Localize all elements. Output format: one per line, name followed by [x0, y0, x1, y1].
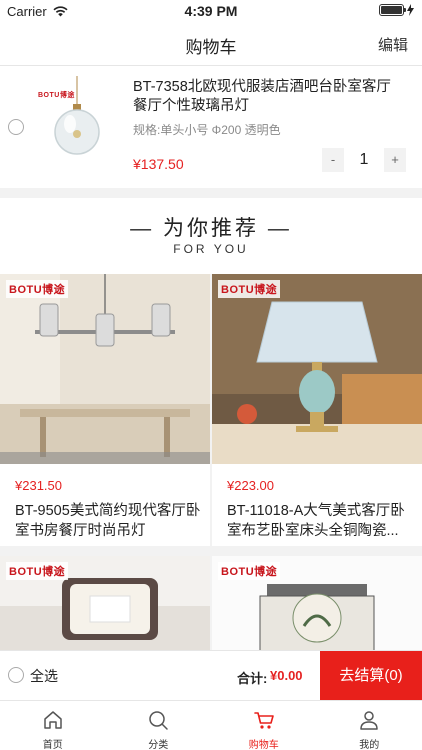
checkout-button[interactable]: 去结算(0)	[320, 651, 422, 701]
chandelier-room-image	[0, 274, 210, 464]
cart-icon	[253, 712, 274, 729]
tab-profile-label: 我的	[359, 740, 380, 750]
brand-logo: BOTU博途	[38, 92, 75, 99]
total-label: 合计:	[237, 671, 268, 686]
tab-cart-label: 购物车	[248, 740, 279, 750]
profile-icon	[360, 711, 378, 730]
product-card[interactable]: BOTU博途	[212, 556, 422, 650]
search-icon	[149, 711, 168, 730]
cart-item-select-radio[interactable]	[8, 119, 24, 135]
tab-home-label: 首页	[42, 740, 63, 750]
product-card[interactable]: BOTU博途 ¥223.00 BT-11018-A大气美式客厅卧室布艺卧室床头全…	[212, 274, 422, 546]
charging-icon	[407, 4, 414, 16]
home-icon	[44, 711, 62, 729]
status-time: 4:39 PM	[184, 3, 238, 19]
product-card[interactable]: BOTU博途	[0, 556, 210, 650]
total-value: ¥0.00	[270, 668, 303, 683]
product-price: ¥223.00	[227, 478, 274, 493]
edit-button[interactable]: 编辑	[378, 34, 408, 55]
quantity-stepper: - 1 +	[322, 148, 406, 172]
table-lamp-image	[212, 274, 422, 464]
status-right	[379, 4, 414, 16]
product-brand-logo: BOTU博途	[218, 280, 281, 298]
product-image[interactable]: BOTU博途	[0, 274, 210, 464]
recommend-subtitle: FOR YOU	[173, 242, 249, 256]
quantity-value[interactable]: 1	[344, 148, 384, 172]
product-name[interactable]: BT-11018-A大气美式客厅卧室布艺卧室床头全铜陶瓷...	[227, 501, 415, 541]
page-title: 购物车	[185, 38, 237, 57]
select-all-label[interactable]: 全选	[30, 666, 58, 686]
cart-item-name[interactable]: BT-7358北欧现代服装店酒吧台卧室客厅餐厅个性玻璃吊灯	[133, 78, 403, 116]
product-image[interactable]: BOTU博途	[0, 556, 210, 650]
tab-category-label: 分类	[148, 740, 169, 750]
checkout-bar: 全选 合计: ¥0.00 去结算(0)	[0, 650, 422, 701]
product-price: ¥231.50	[15, 478, 62, 493]
product-name[interactable]: BT-9505美式简约现代客厅卧室书房餐厅时尚吊灯	[15, 501, 203, 541]
cart-item-price: ¥137.50	[133, 156, 184, 172]
tab-profile[interactable]: 我的	[317, 701, 422, 750]
product-card[interactable]: BOTU博途 ¥231.50 BT-9505美式简约现代客厅卧室书房餐厅时尚吊灯	[0, 274, 210, 546]
nav-bar: 购物车 编辑	[0, 22, 422, 66]
cart-item-spec: 规格:单头小号 Φ200 透明色	[133, 123, 281, 137]
product-image[interactable]: BOTU博途	[212, 274, 422, 464]
product-brand-logo: BOTU博途	[218, 562, 281, 580]
cart-item: BOTU博途 BT-7358北欧现代服装店酒吧台卧室客厅餐厅个性玻璃吊灯 规格:…	[0, 66, 422, 188]
product-brand-logo: BOTU博途	[6, 562, 69, 580]
product-image[interactable]: BOTU博途	[212, 556, 422, 650]
recommend-header: — 为你推荐 — FOR YOU	[0, 198, 422, 274]
cart-item-image[interactable]: BOTU博途	[34, 76, 120, 176]
status-bar: Carrier 4:39 PM	[0, 0, 422, 22]
battery-icon	[379, 4, 406, 16]
tab-home[interactable]: 首页	[0, 701, 106, 750]
recommend-title: — 为你推荐 —	[130, 217, 292, 240]
cart-page: Carrier 4:39 PM 购物车 编辑 BOTU博途 BT-7358北欧现…	[0, 0, 422, 750]
product-brand-logo: BOTU博途	[6, 280, 69, 298]
tab-category[interactable]: 分类	[106, 701, 212, 750]
tab-bar: 首页 分类 购物车 我的	[0, 700, 422, 750]
increase-quantity-button[interactable]: +	[384, 148, 406, 172]
select-all-radio[interactable]	[8, 667, 24, 683]
tab-cart[interactable]: 购物车	[211, 701, 317, 750]
decrease-quantity-button[interactable]: -	[322, 148, 344, 172]
